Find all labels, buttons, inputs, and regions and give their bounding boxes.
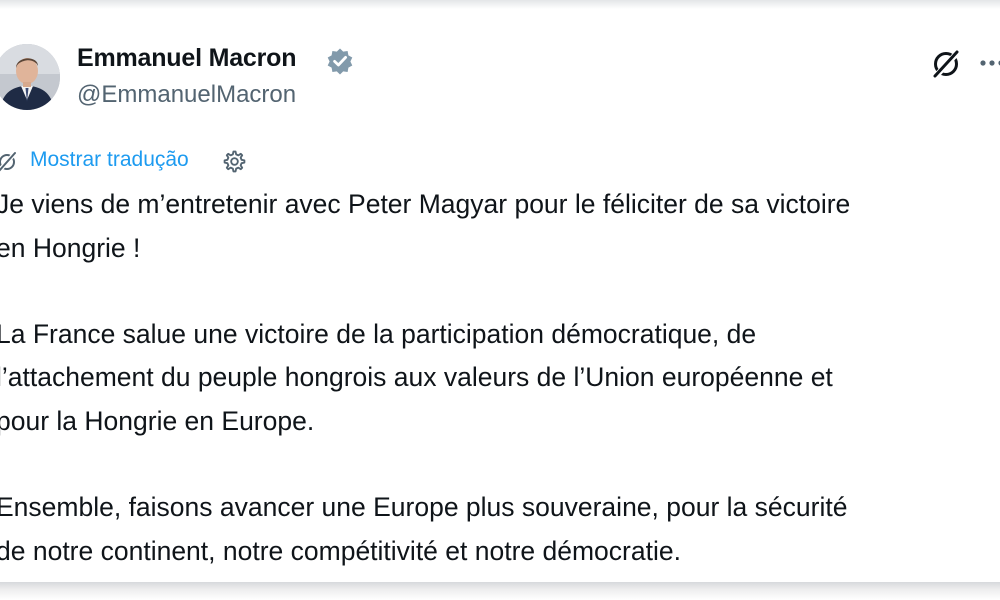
translate-icon [0,150,18,172]
avatar[interactable] [0,44,60,110]
gear-icon[interactable] [222,149,247,174]
tweet-text-line: La France salue une victoire de la parti… [0,319,757,349]
tweet-text-line: en Hongrie ! [0,233,141,263]
top-edge-shadow [0,0,1000,9]
tweet-card: Emmanuel Macron @EmmanuelMacron Mostrar … [0,0,1000,600]
translate-row: Mostrar tradução [0,146,296,176]
grok-icon[interactable] [928,45,964,81]
tweet-text-line: l’attachement du peuple hongrois aux val… [0,362,833,392]
show-translation-link[interactable]: Mostrar tradução [30,148,189,172]
tweet-text-line: Ensemble, faisons avancer une Europe plu… [0,492,848,522]
tweet-text-line: Je viens de m’entretenir avec Peter Magy… [0,189,851,219]
tweet-text-line: pour la Hongrie en Europe. [0,406,315,436]
verified-badge-icon [327,48,353,75]
author-name[interactable]: Emmanuel Macron [77,44,296,73]
bottom-edge-shadow [0,582,1000,600]
author-handle[interactable]: @EmmanuelMacron [77,81,296,109]
more-options-icon[interactable] [978,58,1000,68]
tweet-text-line: de notre continent, notre compétitivité … [0,536,681,566]
